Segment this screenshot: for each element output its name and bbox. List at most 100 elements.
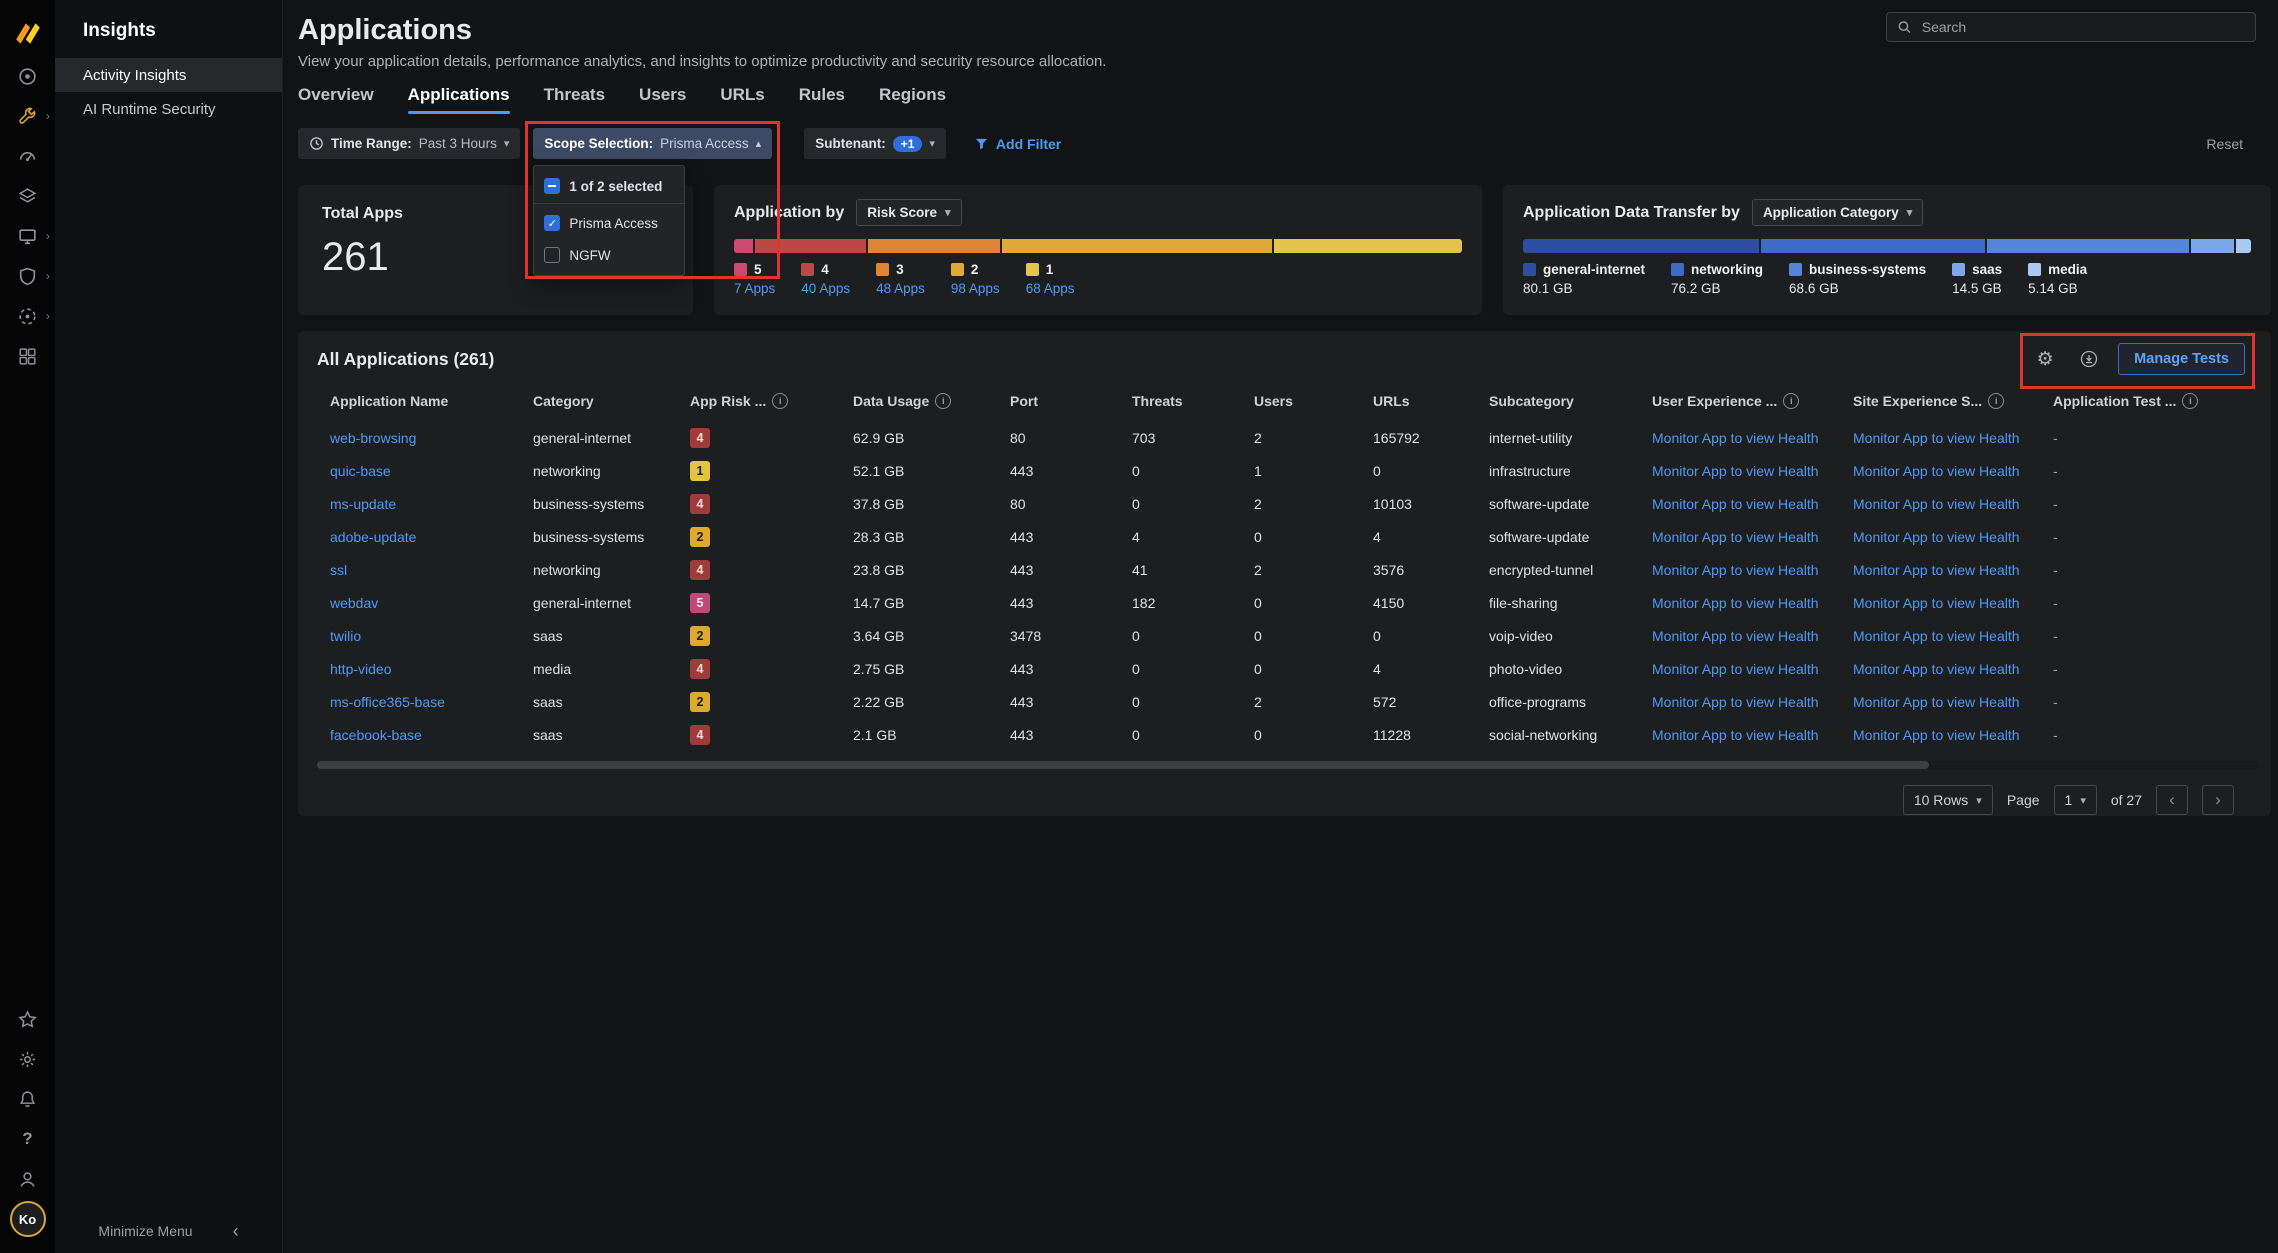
select-all-checkbox-icon[interactable] [544,178,560,194]
app-name-link[interactable]: ms-office365-base [330,694,533,710]
column-header[interactable]: Application Test ... i [2053,389,2271,421]
info-icon[interactable]: i [2182,393,2198,409]
site-experience-link[interactable]: Monitor App to view Health [1853,727,2053,743]
user-experience-link[interactable]: Monitor App to view Health [1652,694,1853,710]
app-name-link[interactable]: webdav [330,595,533,611]
rail-item-profile[interactable] [0,1159,55,1199]
previous-page-button[interactable]: ‹ [2156,785,2188,815]
legend-value-link[interactable]: 40 Apps [801,281,850,296]
site-experience-link[interactable]: Monitor App to view Health [1853,694,2053,710]
app-name-link[interactable]: web-browsing [330,430,533,446]
column-header[interactable]: Threats i [1132,389,1254,421]
page-number-select[interactable]: 1 ▾ [2054,785,2097,815]
column-header[interactable]: URLs i [1373,389,1489,421]
app-name-link[interactable]: quic-base [330,463,533,479]
rail-item-favorites[interactable] [0,999,55,1039]
next-page-button[interactable]: › [2202,785,2234,815]
user-experience-link[interactable]: Monitor App to view Health [1652,562,1853,578]
site-experience-link[interactable]: Monitor App to view Health [1853,430,2053,446]
checkbox-icon[interactable] [544,247,560,263]
column-header[interactable]: Data Usage i [853,389,1010,421]
rail-item-notifications[interactable] [0,1079,55,1119]
user-experience-link[interactable]: Monitor App to view Health [1652,727,1853,743]
app-name-link[interactable]: ssl [330,562,533,578]
column-header[interactable]: Users i [1254,389,1373,421]
scope-option[interactable]: NGFW [534,239,684,271]
site-experience-link[interactable]: Monitor App to view Health [1853,463,2053,479]
column-header[interactable]: Port i [1010,389,1132,421]
rail-item-dashed-circle[interactable]: › [0,296,55,336]
legend-value-link[interactable]: 7 Apps [734,281,775,296]
rail-item-shield[interactable]: › [0,256,55,296]
column-header[interactable]: Category i [533,389,690,421]
global-search[interactable] [1886,12,2256,42]
company-logo-icon[interactable] [13,10,43,56]
user-experience-link[interactable]: Monitor App to view Health [1652,430,1853,446]
user-experience-link[interactable]: Monitor App to view Health [1652,463,1853,479]
rail-item-layers[interactable] [0,176,55,216]
rail-item-settings[interactable] [0,1039,55,1079]
rail-item-gauge[interactable] [0,136,55,176]
risk-score-select[interactable]: Risk Score ▾ [856,199,961,226]
application-category-select[interactable]: Application Category ▾ [1752,199,1923,226]
rail-item-help[interactable]: ? [0,1119,55,1159]
user-experience-link[interactable]: Monitor App to view Health [1652,496,1853,512]
app-name-link[interactable]: adobe-update [330,529,533,545]
subtenant-filter[interactable]: Subtenant: +1 ▾ [804,128,946,159]
manage-tests-button[interactable]: Manage Tests [2118,343,2245,375]
rail-item-grid[interactable] [0,336,55,376]
site-experience-link[interactable]: Monitor App to view Health [1853,562,2053,578]
app-name-link[interactable]: http-video [330,661,533,677]
sidebar-item[interactable]: AI Runtime Security [55,92,282,126]
site-experience-link[interactable]: Monitor App to view Health [1853,529,2053,545]
app-name-link[interactable]: twilio [330,628,533,644]
table-settings-button[interactable]: ⚙ [2030,344,2060,374]
info-icon[interactable]: i [1783,393,1799,409]
legend-value-link[interactable]: 48 Apps [876,281,925,296]
tab[interactable]: Users [639,85,686,114]
tab[interactable]: Threats [544,85,605,114]
scope-summary-row[interactable]: 1 of 2 selected [534,170,684,204]
rows-per-page-select[interactable]: 10 Rows ▾ [1903,785,1993,815]
user-experience-link[interactable]: Monitor App to view Health [1652,628,1853,644]
user-experience-link[interactable]: Monitor App to view Health [1652,661,1853,677]
minimize-menu-button[interactable]: Minimize Menu ‹ [55,1209,282,1253]
scope-option[interactable]: Prisma Access [534,207,684,239]
rail-item-monitor[interactable]: › [0,216,55,256]
tab[interactable]: Overview [298,85,374,114]
rail-item-account[interactable]: Ko [0,1199,55,1239]
legend-value-link[interactable]: 68 Apps [1026,281,1075,296]
reset-filters-button[interactable]: Reset [2206,136,2243,152]
table-download-button[interactable] [2074,344,2104,374]
horizontal-scrollbar[interactable] [317,761,2259,769]
column-header[interactable]: Site Experience S... i [1853,389,2053,421]
avatar[interactable]: Ko [10,1201,46,1237]
user-experience-link[interactable]: Monitor App to view Health [1652,529,1853,545]
checkbox-icon[interactable] [544,215,560,231]
app-name-link[interactable]: facebook-base [330,727,533,743]
tab[interactable]: Regions [879,85,946,114]
tab[interactable]: URLs [720,85,764,114]
column-header[interactable]: Subcategory i [1489,389,1652,421]
rail-item-target[interactable] [0,56,55,96]
add-filter-button[interactable]: Add Filter [974,136,1061,152]
site-experience-link[interactable]: Monitor App to view Health [1853,496,2053,512]
time-range-filter[interactable]: Time Range: Past 3 Hours ▾ [298,128,520,159]
search-input[interactable] [1920,18,2245,36]
site-experience-link[interactable]: Monitor App to view Health [1853,628,2053,644]
column-header[interactable]: App Risk ... i [690,389,853,421]
column-header[interactable]: User Experience ... i [1652,389,1853,421]
scope-selection-filter[interactable]: Scope Selection: Prisma Access ▴ [533,128,772,159]
legend-value-link[interactable]: 98 Apps [951,281,1000,296]
tab[interactable]: Rules [799,85,845,114]
app-name-link[interactable]: ms-update [330,496,533,512]
tab[interactable]: Applications [408,85,510,114]
info-icon[interactable]: i [1988,393,2004,409]
site-experience-link[interactable]: Monitor App to view Health [1853,661,2053,677]
sidebar-item[interactable]: Activity Insights [55,58,282,92]
rail-item-tools-active[interactable]: › [0,96,55,136]
scrollbar-thumb[interactable] [317,761,1929,769]
info-icon[interactable]: i [935,393,951,409]
site-experience-link[interactable]: Monitor App to view Health [1853,595,2053,611]
info-icon[interactable]: i [772,393,788,409]
